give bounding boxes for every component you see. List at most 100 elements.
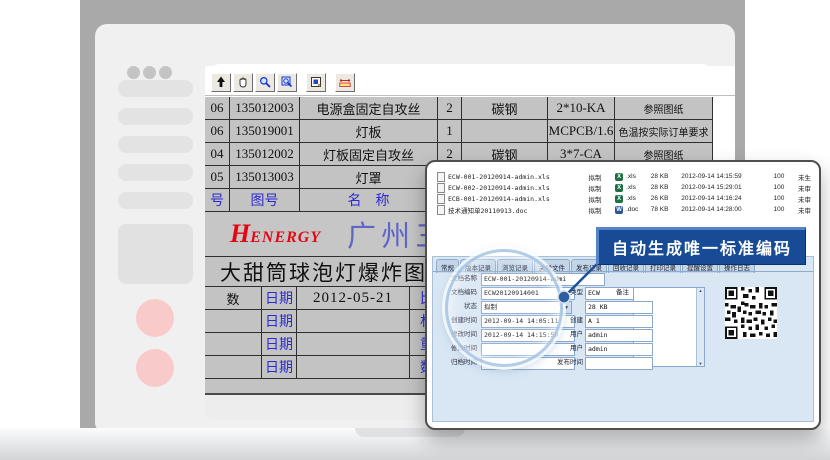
- remark-scrollbar[interactable]: ▲▼: [696, 288, 704, 366]
- window-control-dot: [159, 66, 172, 79]
- file-size: 28 KB: [651, 173, 679, 180]
- file-status: 拟制: [589, 172, 613, 182]
- toolbar-divider: [205, 95, 735, 96]
- cell-date-value: [297, 310, 410, 333]
- zoom-icon[interactable]: [255, 73, 275, 92]
- select-tool-icon[interactable]: [211, 73, 231, 92]
- layout-icon[interactable]: [306, 73, 326, 92]
- sidebar-placeholder: [118, 136, 193, 153]
- cell-date-value: [297, 356, 410, 379]
- file-flag: 未审: [787, 183, 811, 193]
- user2-field[interactable]: admin: [585, 343, 653, 356]
- window-control-dot: [127, 66, 140, 79]
- cell-date-value: 2012-05-21: [297, 287, 410, 310]
- cell-no: 05: [205, 166, 230, 189]
- cell-code: 135019001: [230, 120, 300, 143]
- toolbar-separator: [299, 73, 304, 92]
- cell-name: 灯板: [300, 120, 438, 143]
- creator-field[interactable]: A 1: [585, 315, 653, 328]
- toolbar-separator: [328, 73, 333, 92]
- sidebar-avatar-circle: [136, 349, 174, 387]
- cell-left: 数: [205, 287, 262, 310]
- file-ext: .xls: [626, 184, 648, 191]
- cell-date-value: [297, 333, 410, 356]
- file-number: 100: [765, 173, 785, 180]
- user2-label: 用户: [557, 343, 583, 354]
- header-name: 名 称: [300, 189, 438, 212]
- document-icon: [437, 205, 445, 215]
- file-name: 技术通知单20110913.doc: [448, 205, 586, 215]
- cell-spec: 2*10-KA: [548, 97, 615, 120]
- henergy-logo: HENERGY: [230, 219, 321, 249]
- file-flag: 未审: [787, 194, 811, 204]
- cell-no: 06: [205, 120, 230, 143]
- cell-name: 灯罩: [300, 166, 438, 189]
- pan-hand-icon[interactable]: [233, 73, 253, 92]
- sidebar-placeholder: [118, 108, 193, 125]
- cell-remark: 色温按实际订单要求: [615, 120, 713, 143]
- sidebar-placeholder: [118, 80, 193, 97]
- sidebar-block-placeholder: [118, 224, 193, 284]
- cell-date-label: 日期: [262, 287, 297, 310]
- file-name: ECW-002-20120914-admin.xls: [448, 184, 586, 192]
- file-row[interactable]: ECB-001-20120914-admin.xls 拟制 X .xls 26 …: [437, 193, 811, 204]
- zoom-window-icon[interactable]: [277, 73, 297, 92]
- file-size: 78 KB: [651, 206, 679, 213]
- sidebar-avatar-circle: [136, 299, 174, 337]
- cell-name: 电源盒固定自攻丝: [300, 97, 438, 120]
- cell-qty: 2: [438, 97, 462, 120]
- file-datetime: 2012-09-14 14:16:24: [681, 195, 762, 202]
- size-field[interactable]: 28 KB: [585, 301, 653, 314]
- file-status: 拟制: [589, 183, 613, 193]
- cell-date-label: 日期: [262, 310, 297, 333]
- file-datetime: 2012-09-14 14:15:59: [681, 173, 762, 180]
- cell-left: [205, 310, 262, 333]
- qr-code: [725, 287, 777, 339]
- file-ext: .doc: [626, 206, 648, 213]
- window-control-dot: [143, 66, 156, 79]
- cell-date-label: 日期: [262, 333, 297, 356]
- cad-toolbar: [211, 71, 355, 93]
- cell-left: [205, 333, 262, 356]
- file-datetime: 2012-09-14 15:29:01: [681, 184, 762, 191]
- cell-date-label: 日期: [262, 356, 297, 379]
- file-flag: 未生: [787, 172, 811, 182]
- cell-material: [462, 120, 548, 143]
- document-icon: [437, 194, 445, 204]
- cell-material: 碳钢: [462, 97, 548, 120]
- file-row[interactable]: 技术通知单20110913.doc 拟制 W .doc 78 KB 2012-0…: [437, 204, 811, 215]
- file-name: ECB-001-20120914-admin.xls: [448, 195, 586, 203]
- file-type-icon: X: [615, 184, 623, 192]
- user1-field[interactable]: admin: [585, 329, 653, 342]
- document-icon: [437, 183, 445, 193]
- file-ext: .xls: [626, 195, 648, 202]
- scroll-down-icon[interactable]: ▼: [699, 361, 703, 366]
- drawing-title: 大甜筒球泡灯爆炸图: [220, 257, 427, 287]
- file-row[interactable]: ECW-002-20120914-admin.xls 拟制 X .xls 28 …: [437, 182, 811, 193]
- callout-text: 自动生成唯一标准编码: [612, 235, 792, 259]
- marketing-screenshot: 06 135012003 电源盒固定自攻丝 2 碳钢 2*10-KA 参照图纸 …: [0, 0, 830, 460]
- file-list: ECW-001-20120914-admin.xls 拟制 X .xls 28 …: [437, 171, 811, 215]
- file-row[interactable]: ECW-001-20120914-admin.xls 拟制 X .xls 28 …: [437, 171, 811, 182]
- file-size: 26 KB: [651, 195, 679, 202]
- cell-spec: MCPCB/1.6: [548, 120, 615, 143]
- sidebar-placeholder: [118, 192, 193, 209]
- file-status: 拟制: [589, 205, 613, 215]
- publish-label: 发布时间: [551, 357, 583, 368]
- scroll-up-icon[interactable]: ▲: [699, 288, 703, 293]
- cell-remark: 参照图纸: [615, 97, 713, 120]
- file-number: 100: [765, 206, 785, 213]
- cell-left: [205, 356, 262, 379]
- file-flag: 未审: [787, 205, 811, 215]
- header-code: 图号: [230, 189, 300, 212]
- file-type-icon: W: [615, 206, 623, 214]
- file-name: ECW-001-20120914-admin.xls: [448, 173, 586, 181]
- cell-code: 135013003: [230, 166, 300, 189]
- file-status: 拟制: [589, 194, 613, 204]
- cell-code: 135012002: [230, 143, 300, 166]
- cell-no: 04: [205, 143, 230, 166]
- measure-icon[interactable]: [335, 73, 355, 92]
- publish-field[interactable]: [585, 357, 653, 370]
- user1-label: 用户: [557, 329, 583, 340]
- file-type-icon: X: [615, 173, 623, 181]
